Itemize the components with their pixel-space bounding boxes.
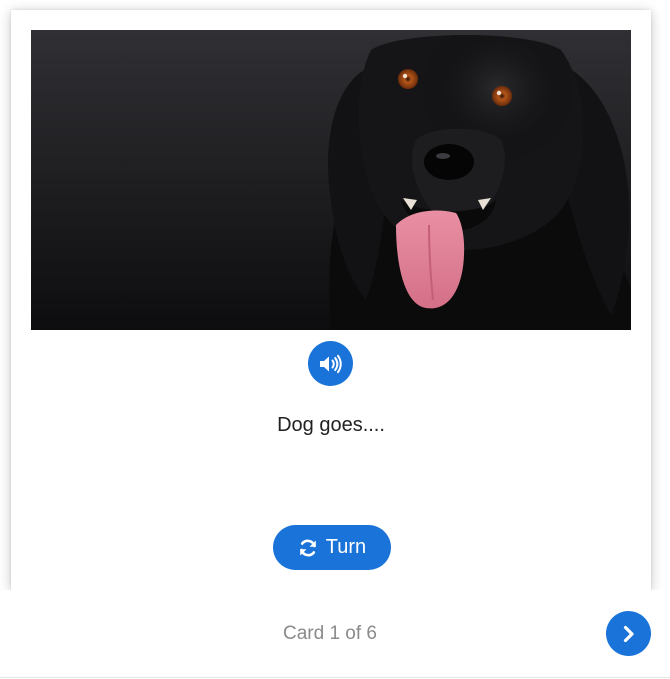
refresh-icon [298, 538, 318, 558]
chevron-right-icon [622, 625, 636, 643]
card-prompt: Dog goes.... [277, 414, 385, 436]
play-audio-button[interactable] [308, 341, 353, 386]
card-counter: Card 1 of 6 [283, 623, 377, 644]
turn-label: Turn [325, 536, 367, 558]
flashcard: Dog goes.... Turn [11, 10, 651, 590]
next-card-button[interactable] [606, 611, 651, 656]
turn-card-button[interactable]: Turn [273, 525, 391, 570]
dog-image [31, 30, 631, 330]
volume-up-icon [319, 354, 343, 374]
divider [0, 677, 670, 678]
card-navigation: Card 1 of 6 [0, 590, 670, 678]
